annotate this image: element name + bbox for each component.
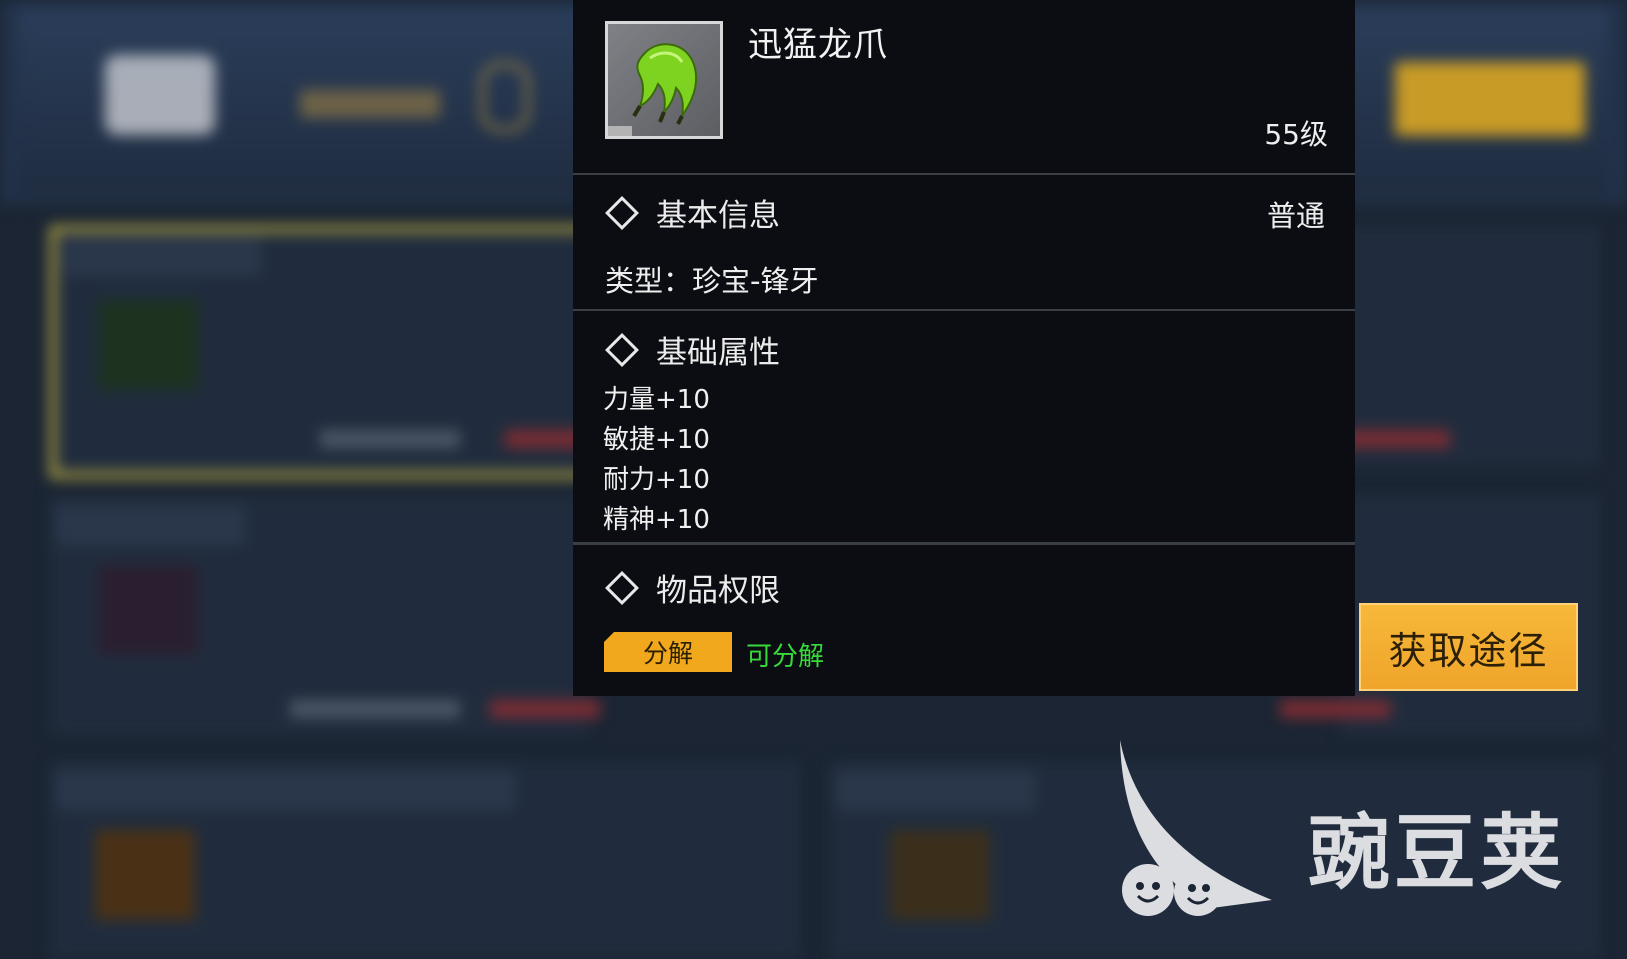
dragon-claw-icon: [632, 43, 698, 125]
pea-pod-logo-icon: [1120, 740, 1272, 916]
item-type: 类型：珍宝-锋牙: [605, 264, 819, 298]
stat-stamina: 耐力+10: [603, 465, 710, 495]
item-tooltip: 迅猛龙爪 55级 基本信息 普通 类型：珍宝-锋牙 基础属性 力量+10 敏捷+…: [573, 0, 1355, 696]
stat-strength: 力量+10: [603, 385, 710, 415]
item-level: 55级: [1264, 118, 1328, 151]
permissions-label: 物品权限: [656, 573, 780, 609]
permissions-title: 物品权限: [605, 565, 780, 610]
attributes-label: 基础属性: [656, 335, 780, 371]
basic-info-title: 基本信息: [605, 190, 780, 235]
top-right-button: [1395, 62, 1585, 136]
attributes-title: 基础属性: [605, 327, 780, 372]
divider: [573, 542, 1355, 545]
divider: [573, 173, 1355, 175]
rarity-label: 普通: [1266, 199, 1325, 233]
decompose-status: 可分解: [746, 642, 825, 672]
basic-info-label: 基本信息: [656, 198, 780, 234]
stat-spirit: 精神+10: [603, 505, 710, 535]
player-avatar: [105, 55, 215, 135]
diamond-icon: [605, 570, 639, 605]
watermark-text: 豌豆荚: [1308, 806, 1567, 901]
item-name: 迅猛龙爪: [748, 25, 888, 65]
divider: [573, 309, 1355, 311]
diamond-icon: [605, 195, 639, 230]
item-icon-frame: [605, 21, 723, 139]
medal-icon: [480, 62, 530, 132]
diamond-icon: [605, 332, 639, 367]
stat-agility: 敏捷+10: [603, 425, 710, 455]
acquire-source-button[interactable]: 获取途径: [1359, 603, 1578, 691]
decompose-tag: 分解: [604, 632, 732, 672]
